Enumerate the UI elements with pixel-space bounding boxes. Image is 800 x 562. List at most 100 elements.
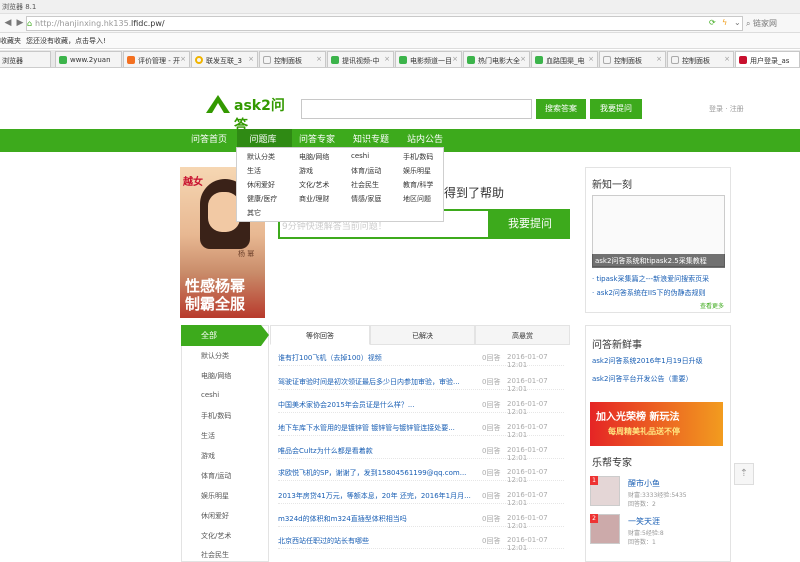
tab-4[interactable]: 联发互联_3 × [191,51,258,67]
question-answers: 0回答 [482,401,501,409]
category-item[interactable]: 文化/艺术 [201,531,231,541]
tab-11[interactable]: 控制面板 × [667,51,734,67]
expert-name[interactable]: 醒市小鱼 [628,478,660,489]
question-title[interactable]: 驾驶证审验时间是初次领证最后多少日内参加审验，审验... [278,377,460,387]
category-item[interactable]: 手机/数码 [201,411,231,421]
video-icon [467,56,475,64]
bookmark-favorites[interactable]: 收藏夹 [0,36,21,46]
refresh-icon[interactable]: ⟳ [709,18,716,27]
search-engine[interactable]: ⌕ 链家网 [746,18,777,29]
chevron-down-icon[interactable]: ⌄ [734,18,741,27]
dropdown-item[interactable]: 生活 [247,166,261,176]
tab-12-active[interactable]: 用户登录_as [735,51,800,67]
search-answer-button[interactable]: 搜索答案 [536,99,586,119]
lightning-icon[interactable]: ϟ [722,18,727,27]
news-more-link[interactable]: 查看更多 [700,301,724,310]
url-input[interactable]: ⌂ http://hanjinxing.hk135. lfidc.pw/ ⟳ ϟ… [26,16,743,31]
question-date: 2016-01-07 12:01 [507,377,548,393]
dropdown-item[interactable]: 地区问题 [403,194,431,204]
close-icon[interactable]: × [316,55,322,63]
close-icon[interactable]: × [384,55,390,63]
category-item[interactable]: 休闲爱好 [201,511,229,521]
close-icon[interactable]: × [724,55,730,63]
category-item[interactable]: 默认分类 [201,351,229,361]
tab-2[interactable]: www.2yuan [55,51,122,67]
dropdown-item[interactable]: ceshi [351,152,369,160]
dropdown-item[interactable]: 其它 [247,208,261,218]
news-image-caption[interactable]: ask2问答系统和tipask2.5采集教程 [592,254,725,268]
category-item[interactable]: 娱乐明星 [201,491,229,501]
question-title[interactable]: m324d的体积和m324直插型体积相当吗 [278,514,407,524]
question-title[interactable]: 谁有打100飞机（去掉100）视频 [278,353,382,363]
bookmark-import[interactable]: 您还没有收藏，点击导入! [26,36,106,46]
dropdown-item[interactable]: 情感/家庭 [351,194,381,204]
dropdown-item[interactable]: 休闲爱好 [247,180,275,190]
question-row: 中国美术家协会2015年会员证是什么样？... 0回答 2016-01-07 12:… [278,399,564,416]
question-date: 2016-01-07 12:01 [507,353,548,369]
dropdown-item[interactable]: 文化/艺术 [299,180,329,190]
question-title[interactable]: 唯品会Cultz为什么都是看着款 [278,446,373,456]
question-title[interactable]: 中国美术家协会2015年会员证是什么样？... [278,400,415,410]
expert-card[interactable]: 1 醒市小鱼 财富:3333经验:5435 回答数：2 [590,476,730,508]
back-icon[interactable]: ◀ [2,17,14,29]
dropdown-item[interactable]: 默认分类 [247,152,275,162]
dropdown-item[interactable]: 商业/理财 [299,194,329,204]
expert-name[interactable]: 一笑天涯 [628,516,660,527]
category-item[interactable]: 社会民生 [201,550,229,560]
tab-high-reward[interactable]: 高悬赏 [475,325,570,345]
category-item[interactable]: 生活 [201,431,215,441]
news-link[interactable]: · tipask采集篇之---新浪爱问搜索页采 [592,274,709,284]
close-icon[interactable]: × [656,55,662,63]
tab-resolved[interactable]: 已解决 [370,325,475,345]
question-title[interactable]: 求欧悦飞机的SP，谢谢了，发到15804561199@qq.com... [278,468,466,478]
expert-card[interactable]: 2 一笑天涯 财富:5经验:8 回答数：1 [590,514,730,546]
category-item[interactable]: ceshi [201,391,219,399]
tab-strip: 浏览器 www.2yuan 评价管理 - 开 × 联发互联_3 × 控制面板 × 提讯… [0,50,800,68]
dropdown-item[interactable]: 手机/数码 [403,152,433,162]
question-title[interactable]: 地下车库下水管用的是镀锌管 镀锌管与镀锌管连接处要... [278,423,455,433]
hero-ask-button[interactable]: 我要提问 [490,209,570,239]
dropdown-item[interactable]: 教育/科学 [403,180,433,190]
close-icon[interactable]: × [452,55,458,63]
login-link[interactable]: 登录 [709,105,723,113]
forward-icon[interactable]: ▶ [14,17,26,29]
fresh-link[interactable]: ask2问答平台开发公告（重要） [592,374,692,384]
tab-label: 控制面板 [614,57,642,65]
question-answers: 0回答 [482,515,501,523]
nav-home[interactable]: 问答首页 [186,129,232,152]
tab-10[interactable]: 控制面板 × [599,51,666,67]
category-item[interactable]: 体育/运动 [201,471,231,481]
tab-1[interactable]: 浏览器 [0,51,51,67]
tab-6[interactable]: 提讯视频-中 × [327,51,394,67]
news-link[interactable]: · ask2问答系统在IIS下的伪静态规则 [592,288,705,298]
close-icon[interactable]: × [248,55,254,63]
category-item[interactable]: 游戏 [201,451,215,461]
question-title[interactable]: 北京西站任职过的站长有哪些 [278,536,369,546]
search-input[interactable] [301,99,532,119]
dropdown-item[interactable]: 体育/运动 [351,166,381,176]
rss-icon [127,56,135,64]
tab-9[interactable]: 血路围渠_电 × [531,51,598,67]
category-all[interactable]: 全部 [181,325,261,346]
close-icon[interactable]: × [180,55,186,63]
dropdown-item[interactable]: 游戏 [299,166,313,176]
tab-7[interactable]: 电影频道一目 × [395,51,462,67]
tab-unanswered[interactable]: 等你回答 [270,325,370,345]
question-title[interactable]: 2013年房贷41万元，等额本息，20年 还完，2016年1月月... [278,491,471,501]
dropdown-item[interactable]: 电脑/网络 [299,152,329,162]
ask-question-button[interactable]: 我要提问 [590,99,642,119]
dropdown-item[interactable]: 社会民生 [351,180,379,190]
promo-ad[interactable]: 加入光荣榜 新玩法 每周精美礼品送不停 [590,402,723,446]
fresh-link[interactable]: ask2问答系统2016年1月19日升级 [592,356,703,366]
tab-8[interactable]: 热门电影大全 × [463,51,530,67]
dropdown-item[interactable]: 娱乐明星 [403,166,431,176]
category-item[interactable]: 电脑/网络 [201,371,231,381]
back-to-top-icon[interactable]: ⇡ [734,463,754,485]
close-icon[interactable]: × [520,55,526,63]
site-logo[interactable]: ask2问答 [204,93,294,134]
close-icon[interactable]: × [588,55,594,63]
dropdown-item[interactable]: 健康/医疗 [247,194,277,204]
tab-3[interactable]: 评价管理 - 开 × [123,51,190,67]
register-link[interactable]: 注册 [730,105,744,113]
tab-5[interactable]: 控制面板 × [259,51,326,67]
